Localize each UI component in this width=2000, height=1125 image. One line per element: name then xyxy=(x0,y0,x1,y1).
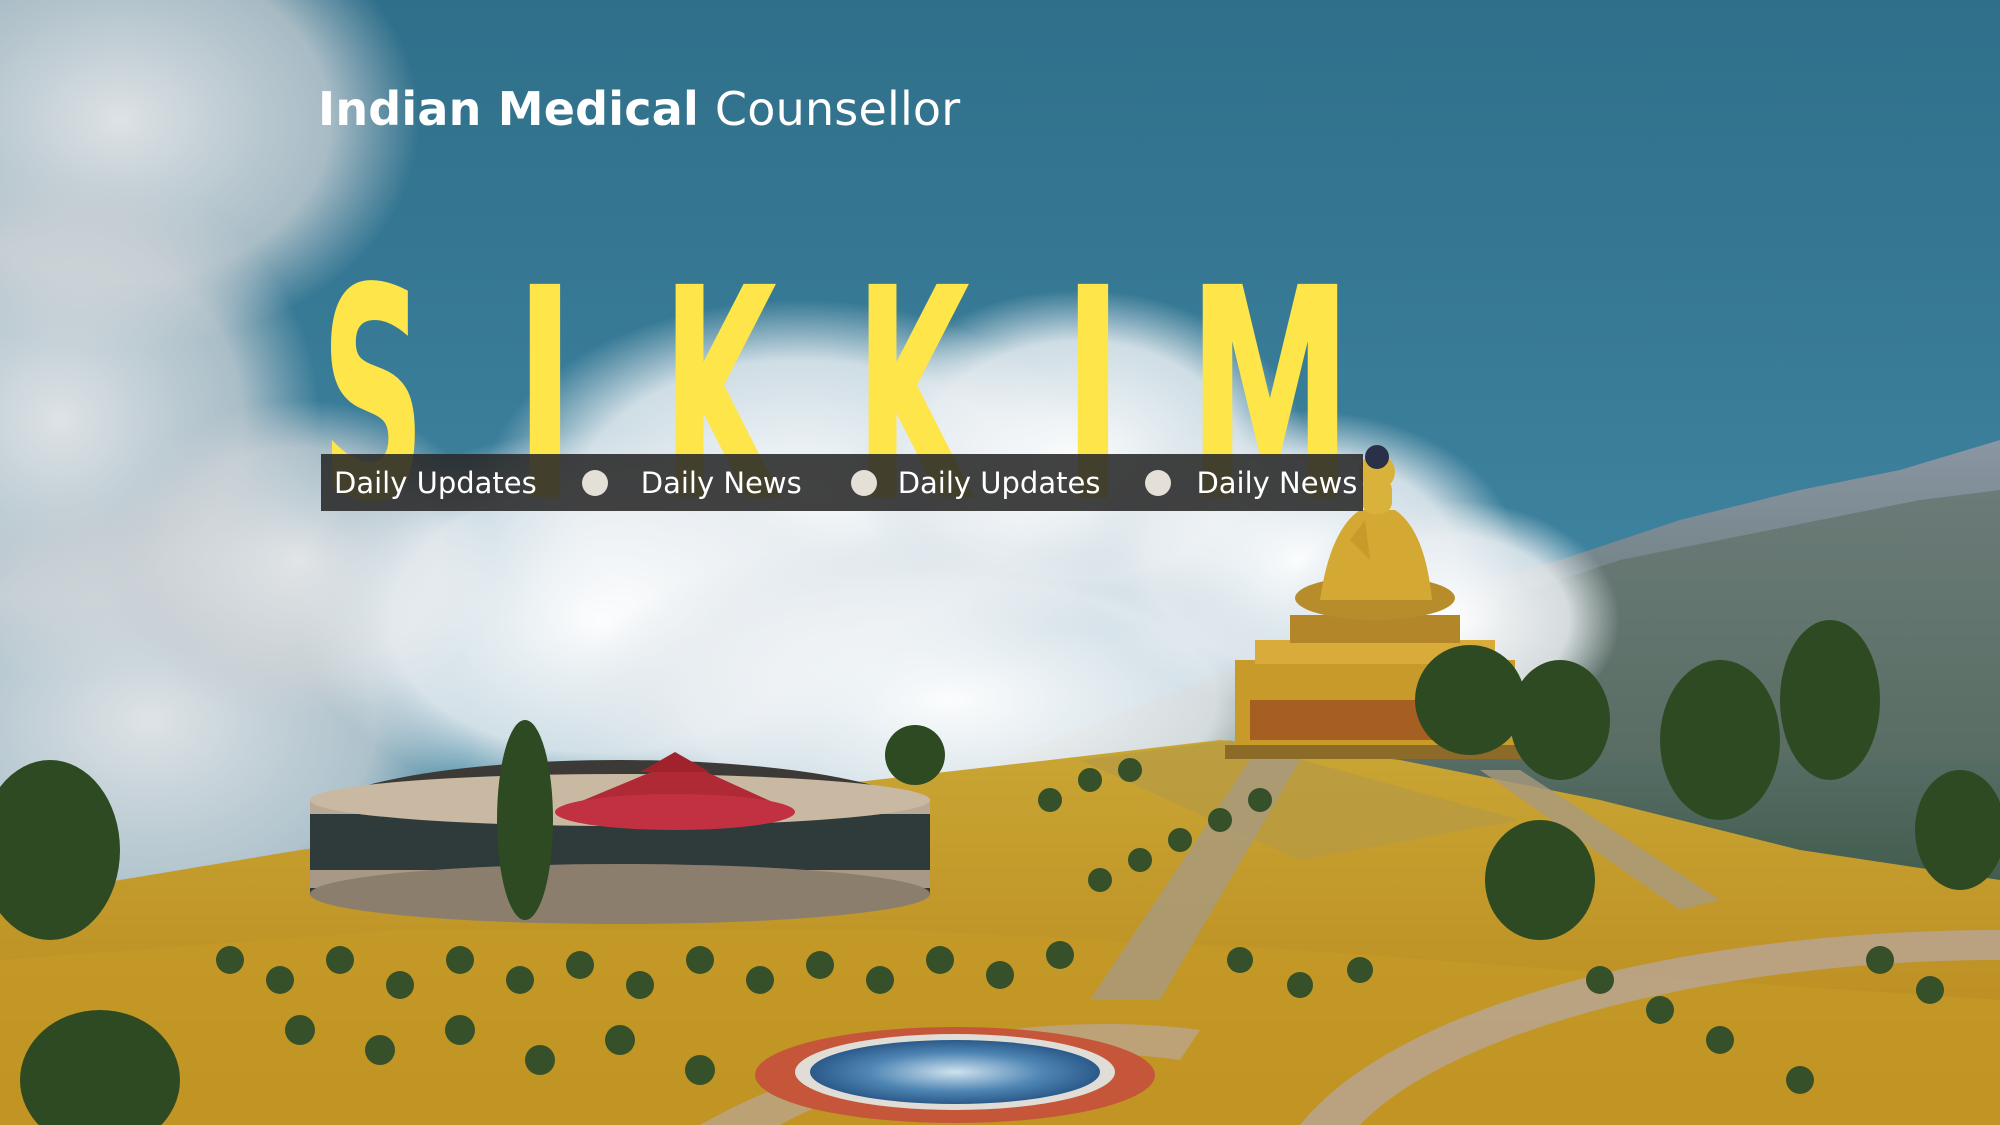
title-letter: S xyxy=(321,225,426,567)
ticker-item: Daily Updates xyxy=(897,465,1101,500)
title-letter: I xyxy=(515,225,575,567)
brand-logo: Indian Medical Counsellor xyxy=(318,82,960,136)
sikkim-title: SIKKIM xyxy=(321,225,1353,568)
title-letter: K xyxy=(855,225,974,567)
ticker-separator-dot xyxy=(850,469,877,496)
ticker-item: Daily Updates xyxy=(334,465,537,500)
ticker-item: Daily News xyxy=(640,465,802,500)
title-letter: I xyxy=(1063,225,1123,567)
brand-bold-text: Indian Medical xyxy=(318,82,699,136)
brand-light-text: Counsellor xyxy=(714,82,961,136)
ticker-separator-dot xyxy=(581,469,608,496)
ticker-item: Daily News xyxy=(1196,465,1358,500)
ticker-separator-dot xyxy=(1145,469,1172,496)
title-letter: K xyxy=(662,225,781,567)
news-ticker: Daily Updates Daily News Daily Updates D… xyxy=(321,454,1363,511)
title-letter: M xyxy=(1188,227,1353,568)
